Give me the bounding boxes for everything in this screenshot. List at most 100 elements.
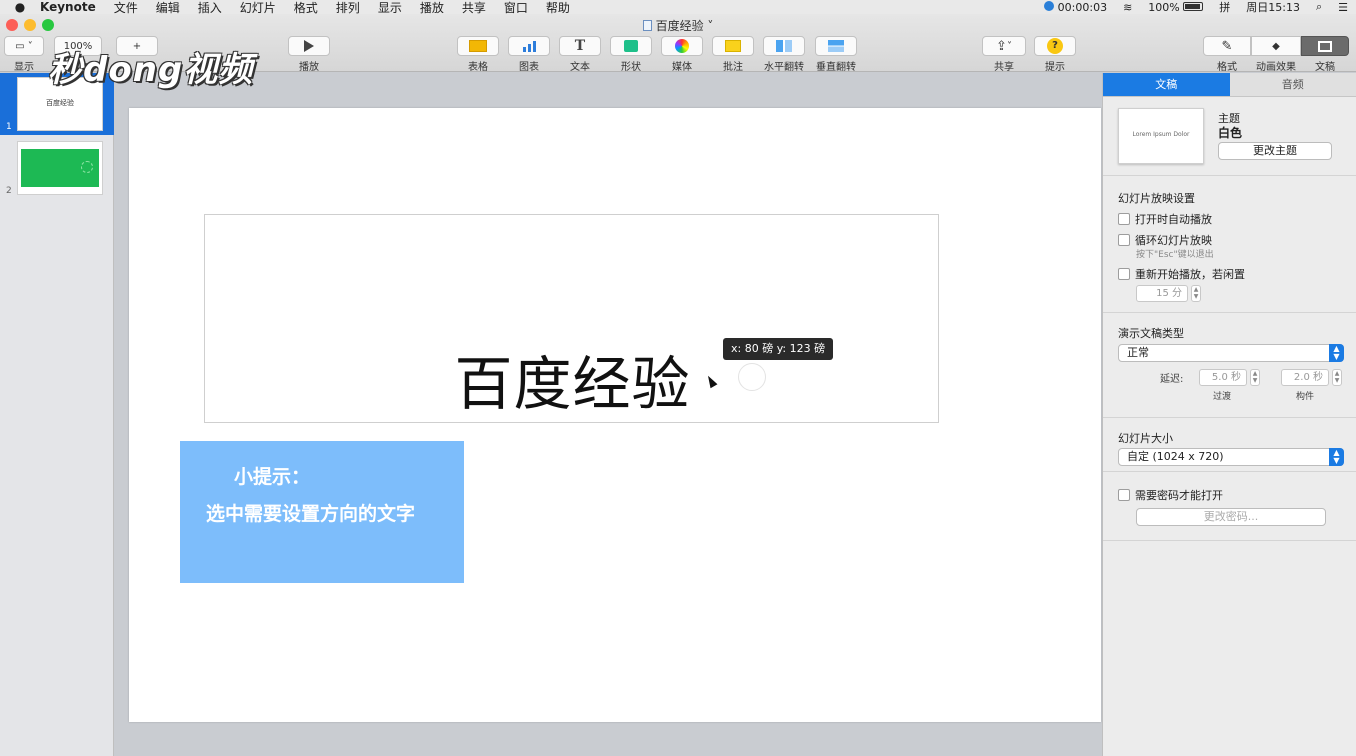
share-icon: ⇪ <box>996 38 1007 54</box>
password-label: 需要密码才能打开 <box>1135 489 1223 502</box>
play-button[interactable] <box>288 36 330 56</box>
document-title-text: 百度经验 <box>655 19 704 33</box>
flip-horizontal-tool[interactable]: 水平翻转 <box>762 36 806 73</box>
recording-timer: 00:00:03 <box>1057 0 1108 14</box>
tips-button[interactable]: ? <box>1034 36 1076 56</box>
chart-icon <box>522 40 536 52</box>
format-button[interactable]: ✎ <box>1203 36 1251 56</box>
transition-delay-stepper[interactable]: ▲ ▼ <box>1250 369 1260 386</box>
tips-label: 提示 <box>1045 62 1065 73</box>
change-theme-button[interactable]: 更改主题 <box>1218 142 1332 160</box>
autoplay-label: 打开时自动播放 <box>1135 213 1212 226</box>
table-tool[interactable]: 表格 <box>456 36 500 73</box>
loop-option[interactable]: 循环幻灯片放映 <box>1118 232 1212 248</box>
help-icon: ? <box>1047 38 1063 54</box>
text-button[interactable]: T <box>559 36 601 56</box>
flip-vertical-button[interactable] <box>815 36 857 56</box>
idle-minutes-field[interactable]: 15 分 <box>1136 285 1188 302</box>
chart-button[interactable] <box>508 36 550 56</box>
shape-icon <box>624 40 638 52</box>
app-menu[interactable]: Keynote <box>40 0 96 14</box>
popup-arrows-icon: ▲ ▼ <box>1329 344 1344 362</box>
shape-tool[interactable]: 形状 <box>609 36 653 73</box>
build-label: 构件 <box>1296 392 1315 402</box>
table-button[interactable] <box>457 36 499 56</box>
share-tool[interactable]: ⇪ ˅ 共享 <box>982 36 1026 73</box>
media-button[interactable] <box>661 36 703 56</box>
decoration-icon <box>81 161 93 173</box>
animate-label: 动画效果 <box>1256 62 1296 73</box>
animate-icon: ◆ <box>1272 40 1280 52</box>
comment-tool[interactable]: 批注 <box>711 36 755 73</box>
tip-heading: 小提示： <box>234 466 311 488</box>
document-title[interactable]: 百度经验 ˅ <box>0 17 1356 34</box>
media-tool[interactable]: 媒体 <box>660 36 704 73</box>
document-button[interactable] <box>1301 36 1349 56</box>
transition-label: 过渡 <box>1213 392 1232 402</box>
clock[interactable]: 周日15:13 <box>1246 0 1300 15</box>
play-label: 播放 <box>299 62 319 73</box>
battery-status[interactable]: 100% <box>1148 1 1204 14</box>
view-menu-button[interactable]: ▭ ˅ <box>4 36 44 56</box>
format-tool[interactable]: ✎ 格式 <box>1203 36 1251 73</box>
build-delay-field[interactable]: 2.0 秒 <box>1281 369 1329 386</box>
wifi-icon[interactable]: ≋ <box>1123 1 1132 14</box>
share-label: 共享 <box>994 62 1014 73</box>
slide-size-popup[interactable]: 自定 (1024 x 720) ▲ ▼ <box>1118 448 1344 466</box>
spotlight-search-icon[interactable]: ⌕ <box>1316 0 1322 14</box>
restart-checkbox[interactable] <box>1118 268 1130 280</box>
menu-bar: ● Keynote 文件 编辑 插入 幻灯片 格式 排列 显示 播放 共享 窗口… <box>0 0 1356 15</box>
chart-label: 图表 <box>519 62 539 73</box>
tab-audio[interactable]: 音频 <box>1229 73 1356 97</box>
autoplay-option[interactable]: 打开时自动播放 <box>1118 211 1212 227</box>
view-tool[interactable]: ▭ ˅ 显示 <box>4 36 44 73</box>
idle-minutes-stepper[interactable]: ▲ ▼ <box>1191 285 1201 302</box>
transition-delay-field[interactable]: 5.0 秒 <box>1199 369 1247 386</box>
flip-vertical-icon <box>828 40 844 52</box>
animate-button[interactable]: ◆ <box>1251 36 1301 56</box>
tab-document[interactable]: 文稿 <box>1103 73 1230 97</box>
build-delay-stepper[interactable]: ▲ ▼ <box>1332 369 1342 386</box>
tips-tool[interactable]: ? 提示 <box>1034 36 1076 73</box>
table-icon <box>469 40 487 52</box>
document-tool[interactable]: 文稿 <box>1301 36 1349 73</box>
screen-recording-indicator[interactable]: 00:00:03 <box>1044 0 1108 14</box>
chart-tool[interactable]: 图表 <box>507 36 551 73</box>
restart-option[interactable]: 重新开始播放，若闲置 <box>1118 266 1245 282</box>
paintbrush-icon: ✎ <box>1221 38 1233 54</box>
slide-size-title: 幻灯片大小 <box>1118 432 1173 445</box>
presentation-type-value: 正常 <box>1127 346 1149 359</box>
delay-label: 延迟: <box>1160 374 1184 385</box>
click-indicator <box>738 363 766 391</box>
sidebar-icon: ▭ ˅ <box>15 40 33 52</box>
animate-tool[interactable]: ◆ 动画效果 <box>1251 36 1301 73</box>
shape-label: 形状 <box>621 62 641 73</box>
autoplay-checkbox[interactable] <box>1118 213 1130 225</box>
password-checkbox[interactable] <box>1118 489 1130 501</box>
presentation-type-popup[interactable]: 正常 ▲ ▼ <box>1118 344 1344 362</box>
document-label: 文稿 <box>1315 62 1335 73</box>
loop-label: 循环幻灯片放映 <box>1135 234 1212 247</box>
loop-checkbox[interactable] <box>1118 234 1130 246</box>
change-password-button[interactable]: 更改密码... <box>1136 508 1326 526</box>
password-option[interactable]: 需要密码才能打开 <box>1118 487 1223 503</box>
title-text-box[interactable]: 百度经验 <box>204 214 939 423</box>
recording-icon <box>1044 0 1055 11</box>
position-tooltip: x: 80 磅 y: 123 磅 <box>723 338 834 360</box>
shape-button[interactable] <box>610 36 652 56</box>
share-button[interactable]: ⇪ ˅ <box>982 36 1026 56</box>
slide-canvas-area: 百度经验 x: 80 磅 y: 123 磅 小提示： 选中需要设置方向的文字 <box>115 73 1102 756</box>
apple-menu-icon[interactable]: ● <box>0 0 40 14</box>
notification-center-icon[interactable]: ☰ <box>1338 1 1348 14</box>
slide-canvas[interactable]: 百度经验 x: 80 磅 y: 123 磅 小提示： 选中需要设置方向的文字 <box>129 108 1101 722</box>
comment-button[interactable] <box>712 36 754 56</box>
input-method-icon[interactable]: 拼 <box>1219 0 1230 15</box>
slide-thumbnail-2[interactable]: 2 <box>0 137 114 199</box>
slideshow-settings-title: 幻灯片放映设置 <box>1118 192 1195 205</box>
flip-vertical-tool[interactable]: 垂直翻转 <box>813 36 859 73</box>
play-tool[interactable]: 播放 <box>288 36 330 73</box>
table-label: 表格 <box>468 62 488 73</box>
presentation-type-title: 演示文稿类型 <box>1118 327 1184 340</box>
text-tool[interactable]: T 文本 <box>558 36 602 73</box>
flip-horizontal-button[interactable] <box>763 36 805 56</box>
